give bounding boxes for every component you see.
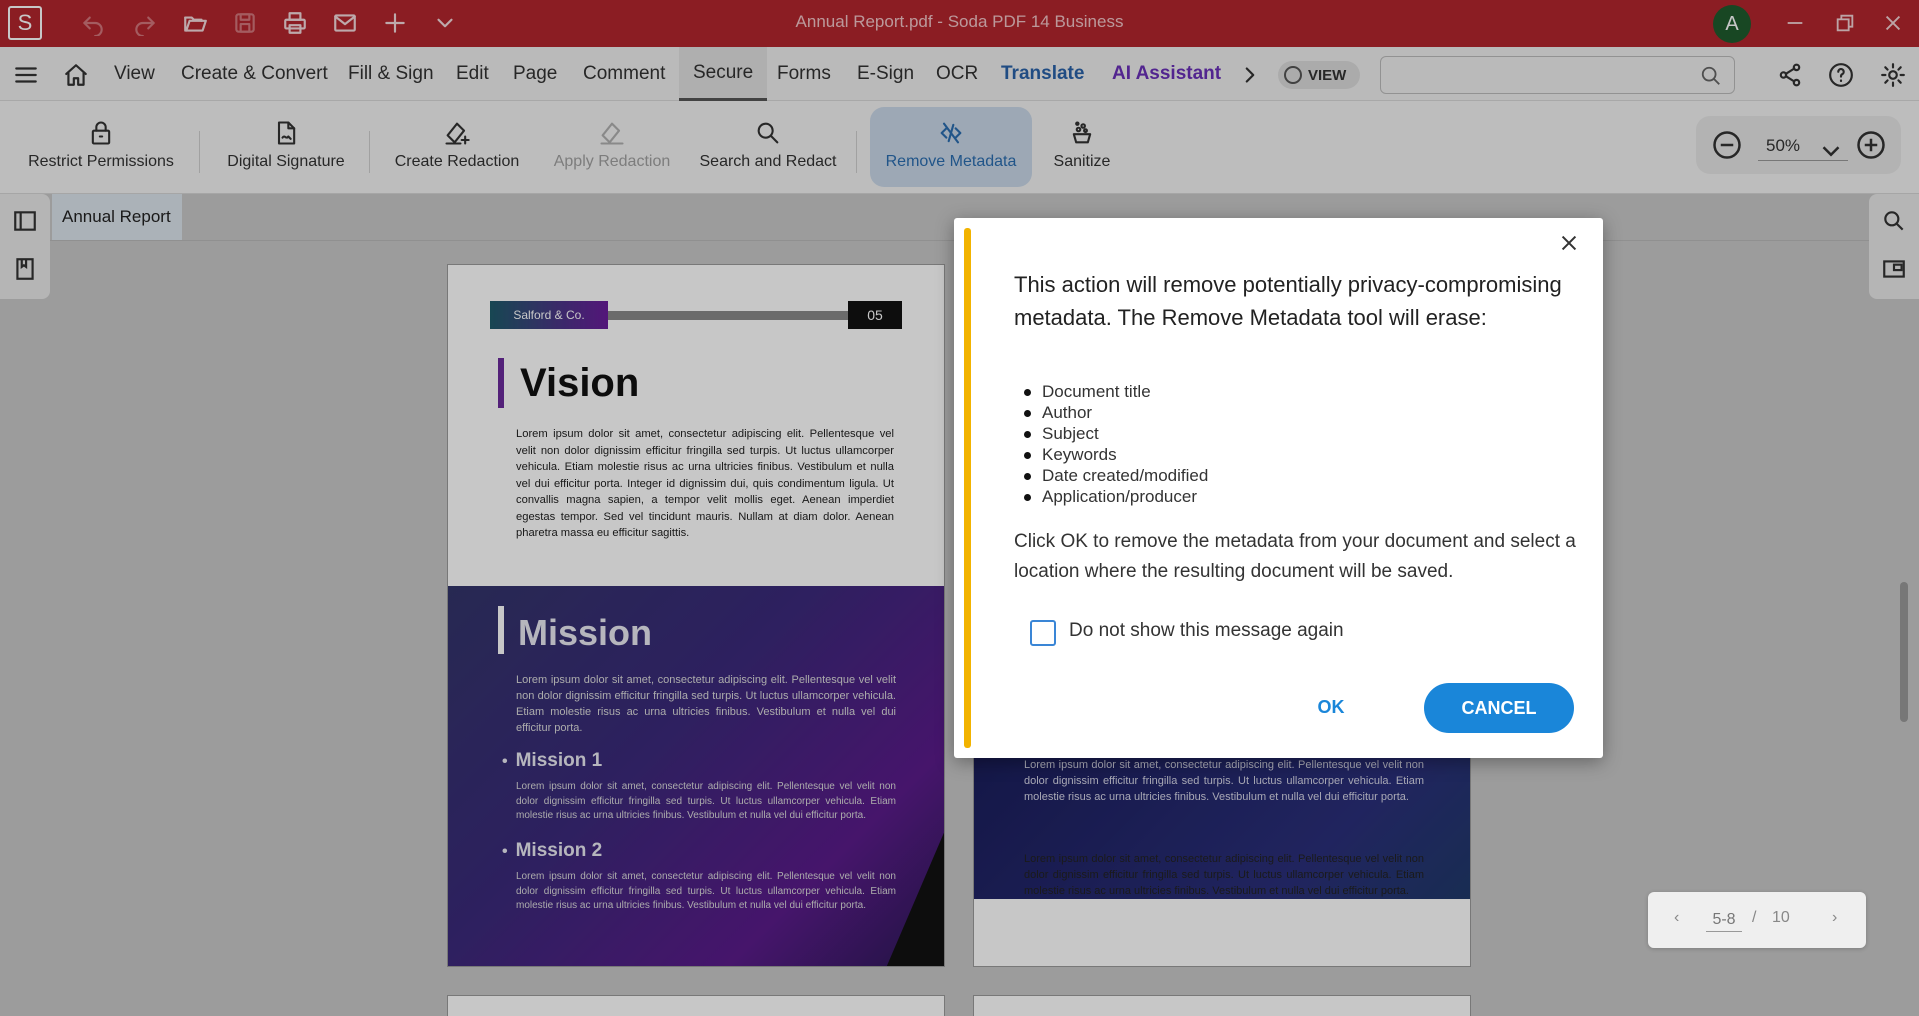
page-total: 10 [1772, 909, 1790, 926]
list-item: Application/producer [1024, 486, 1208, 507]
close-icon[interactable] [1554, 228, 1584, 258]
dialog-accent-bar [964, 228, 971, 748]
list-item: Author [1024, 402, 1208, 423]
list-item: Document title [1024, 381, 1208, 402]
dialog-heading: This action will remove potentially priv… [1014, 272, 1562, 330]
page-separator: / [1752, 909, 1757, 926]
do-not-show-label[interactable]: Do not show this message again [1069, 620, 1344, 642]
do-not-show-checkbox[interactable] [1030, 620, 1056, 646]
list-item: Subject [1024, 423, 1208, 444]
page-number-input[interactable] [1706, 908, 1742, 932]
remove-metadata-dialog: This action will remove potentially priv… [954, 218, 1603, 758]
page-navigator: ‹ / 10 › [1648, 892, 1866, 948]
dialog-body-text: Click OK to remove the metadata from you… [1014, 531, 1576, 582]
list-item: Date created/modified [1024, 465, 1208, 486]
next-page-icon[interactable]: › [1832, 909, 1837, 927]
previous-page-icon[interactable]: ‹ [1674, 909, 1679, 927]
list-item: Keywords [1024, 444, 1208, 465]
ok-button[interactable]: OK [1296, 682, 1366, 732]
vertical-scrollbar[interactable] [1900, 582, 1908, 722]
metadata-list: Document title Author Subject Keywords D… [1024, 381, 1208, 507]
cancel-button[interactable]: CANCEL [1424, 683, 1574, 733]
